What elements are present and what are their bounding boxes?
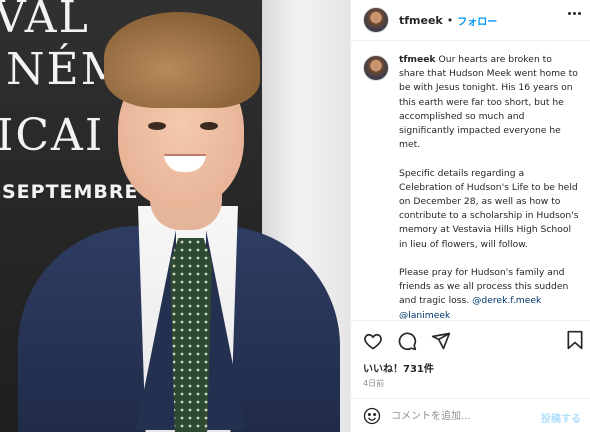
post-timestamp[interactable]: 4日前	[363, 378, 384, 389]
actions-bar	[351, 320, 590, 351]
backdrop-text-line-3: ICAI	[0, 110, 105, 161]
caption-mention-lani[interactable]: @lanimeek	[399, 310, 450, 319]
comment-input[interactable]	[391, 407, 531, 425]
comment-bar: 投稿する	[351, 398, 590, 433]
caption-body: Our hearts are broken to share that Huds…	[399, 54, 579, 307]
backdrop-text-line-1: VAL	[0, 0, 90, 43]
person-lapel-right	[206, 230, 286, 430]
person-lapel-left	[96, 230, 176, 430]
caption-username[interactable]: tfmeek	[399, 54, 436, 65]
person-tie	[170, 238, 212, 432]
caption-section: tfmeek Our hearts are broken to share tha…	[351, 41, 590, 319]
avatar[interactable]	[363, 7, 389, 33]
post-photo[interactable]: VAL NÉM ICAI SEPTEMBRE 20	[0, 0, 350, 432]
more-options-icon[interactable]	[568, 12, 581, 15]
action-icons	[363, 331, 451, 351]
heart-icon[interactable]	[363, 331, 383, 351]
post-comment-button[interactable]: 投稿する	[541, 410, 581, 425]
person-hair	[104, 12, 260, 108]
caption-text: tfmeek Our hearts are broken to share tha…	[399, 53, 579, 319]
post-header: tfmeek • フォロー	[351, 0, 590, 41]
share-icon[interactable]	[431, 331, 451, 351]
comment-icon[interactable]	[397, 331, 417, 351]
follow-button[interactable]: フォロー	[457, 13, 497, 28]
caption-avatar[interactable]	[363, 55, 389, 81]
person-eye-left	[148, 122, 166, 130]
post-side-panel: tfmeek • フォロー tfmeek Our hearts are broke…	[350, 0, 590, 432]
likes-count[interactable]: いいね！731件	[363, 360, 434, 375]
bookmark-icon[interactable]	[565, 330, 585, 350]
header-separator: •	[446, 13, 454, 27]
person-eye-right	[200, 122, 218, 130]
header-username[interactable]: tfmeek	[399, 14, 443, 27]
emoji-icon[interactable]	[363, 407, 381, 425]
caption-mention-derek[interactable]: @derek.f.meek	[472, 295, 541, 306]
